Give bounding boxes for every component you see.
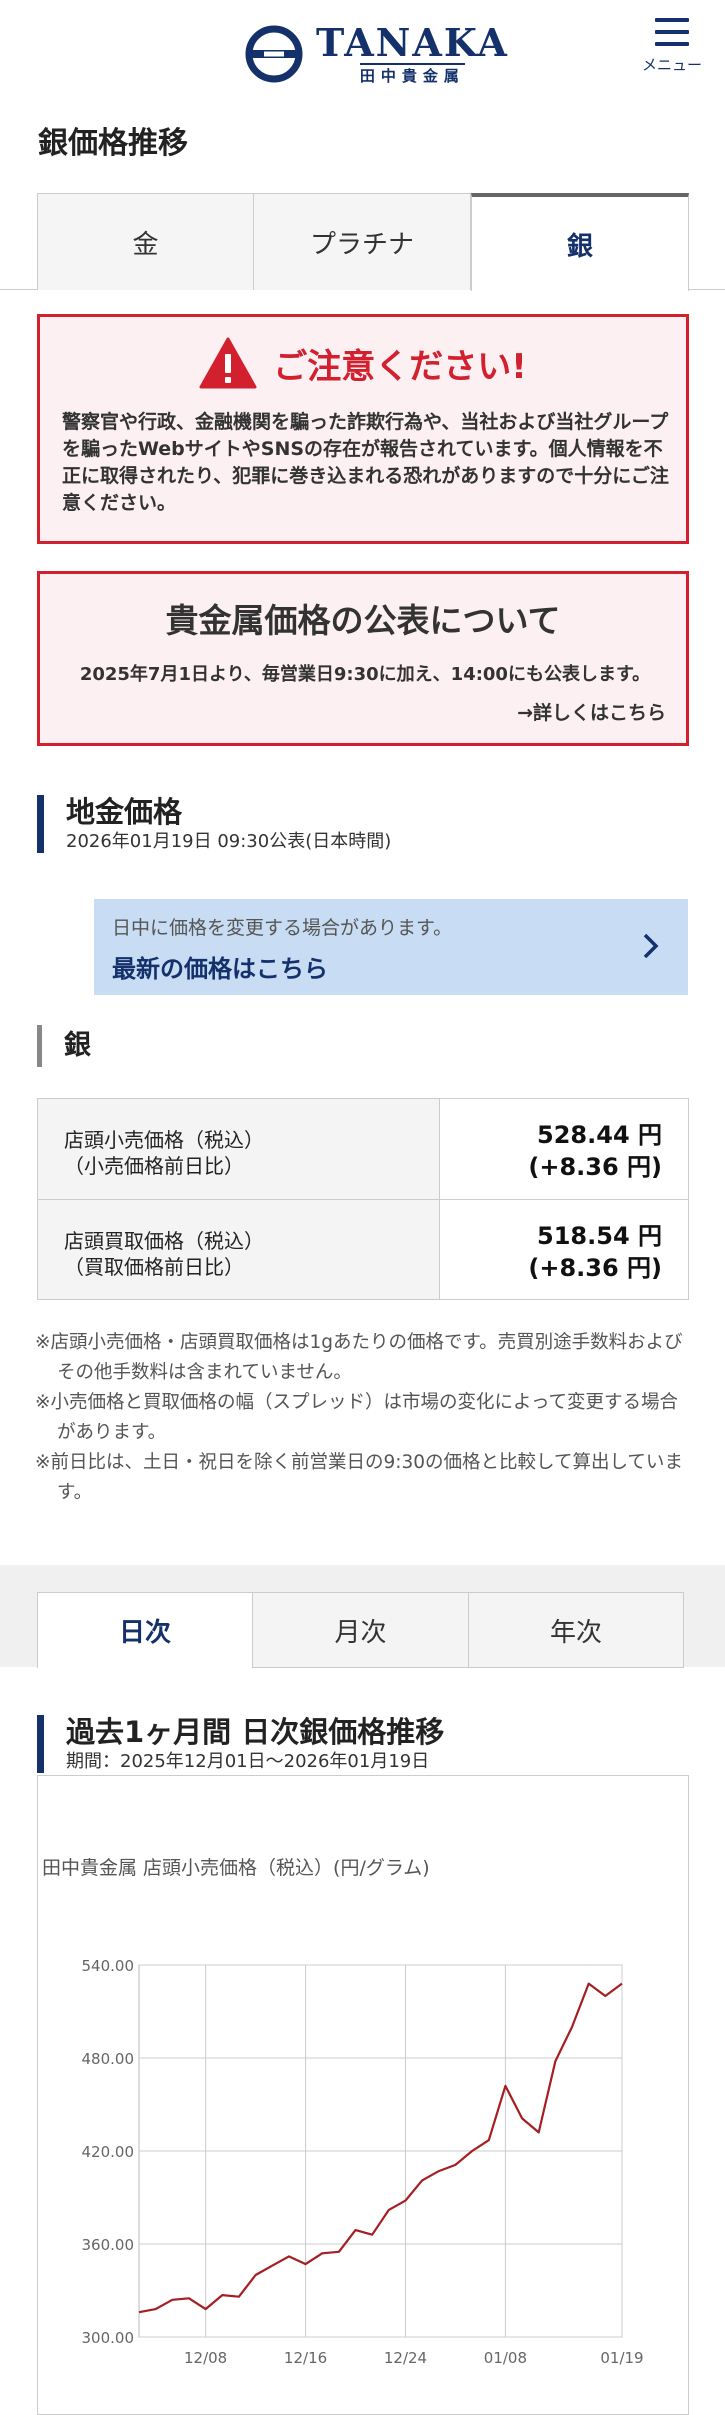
bullion-price-heading: 地金価格 2026年01月19日 09:30公表(日本時間) <box>37 795 391 853</box>
y-tick-label: 540.00 <box>82 1957 135 1975</box>
history-title: 過去1ヶ月間 日次銀価格推移 <box>66 1715 445 1749</box>
y-tick-label: 360.00 <box>82 2236 135 2254</box>
x-tick-label: 01/08 <box>484 2349 527 2367</box>
menu-label: メニュー <box>641 56 702 74</box>
fraud-warning-notice: ご注意ください! 警察官や行政、金融機関を騙った詐欺行為や、当社および当社グルー… <box>37 314 689 544</box>
retail-label-line1: 店頭小売価格（税込） <box>64 1128 264 1152</box>
logo-wordmark: TANAKA <box>316 20 509 65</box>
retail-price-value: 528.44 円 (+8.36 円) <box>440 1099 688 1199</box>
note-item: ※店頭小売価格・店頭買取価格は1gあたりの価格です。売買別途手数料およびその他手… <box>35 1332 683 1383</box>
price-notes: ※店頭小売価格・店頭買取価格は1gあたりの価格です。売買別途手数料およびその他手… <box>35 1328 685 1508</box>
publish-timestamp: 2026年01月19日 09:30公表(日本時間) <box>66 831 392 852</box>
period-tabs: 日次 月次 年次 <box>37 1592 684 1668</box>
latest-price-link[interactable]: 最新の価格はこちら <box>112 949 328 984</box>
site-header: TANAKA 田中貴金属 メニュー <box>0 0 725 102</box>
price-series-line <box>138 1982 623 2314</box>
history-period: 期間：2025年12月01日～2026年01月19日 <box>66 1751 430 1772</box>
tab-monthly[interactable]: 月次 <box>252 1592 469 1668</box>
hamburger-icon <box>655 18 689 46</box>
retail-price-label: 店頭小売価格（税込） （小売価格前日比） <box>38 1099 440 1199</box>
publication-body: 2025年7月1日より、毎営業日9:30に加え、14:00にも公表します。 <box>79 664 651 685</box>
table-row: 店頭小売価格（税込） （小売価格前日比） 528.44 円 (+8.36 円) <box>38 1099 688 1199</box>
x-tick-label: 12/16 <box>284 2349 327 2367</box>
tab-silver[interactable]: 銀 <box>471 193 689 291</box>
y-tick-label: 420.00 <box>82 2143 135 2161</box>
tanaka-logo[interactable]: TANAKA 田中貴金属 <box>244 22 509 86</box>
price-table: 店頭小売価格（税込） （小売価格前日比） 528.44 円 (+8.36 円) … <box>37 1098 689 1300</box>
buyback-price-value: 518.54 円 (+8.36 円) <box>440 1200 688 1299</box>
note-item: ※前日比は、土日・祝日を除く前営業日の9:30の価格と比較して算出しています。 <box>35 1452 683 1503</box>
metal-tabs: 金 プラチナ 銀 <box>0 193 725 291</box>
x-tick-label: 12/08 <box>184 2349 227 2367</box>
tab-gold[interactable]: 金 <box>37 193 254 290</box>
bullion-price-title: 地金価格 <box>66 795 183 829</box>
publication-details-link[interactable]: →詳しくはこちら <box>517 698 666 725</box>
latest-price-note: 日中に価格を変更する場合があります。 <box>112 917 453 939</box>
chevron-right-icon <box>643 933 659 959</box>
y-tick-label: 480.00 <box>82 2050 135 2068</box>
publication-title: 貴金属価格の公表について <box>165 601 561 640</box>
x-tick-label: 12/24 <box>384 2349 427 2367</box>
silver-price-line-chart: 300.00 360.00 420.00 480.00 540.00 12/08 12/16… <box>82 1957 644 2367</box>
warning-title: ご注意ください! <box>273 346 527 387</box>
logo-subtitle: 田中貴金属 <box>359 63 465 85</box>
buyback-label-line1: 店頭買取価格（税込） <box>64 1229 264 1253</box>
buyback-label-line2: （買取価格前日比） <box>64 1255 244 1279</box>
warning-body: 警察官や行政、金融機関を騙った詐欺行為や、当社および当社グループを騙ったWebサ… <box>62 411 669 514</box>
tab-platinum[interactable]: プラチナ <box>253 193 471 290</box>
retail-price-change: (+8.36 円) <box>528 1153 662 1181</box>
page-title: 銀価格推移 <box>38 126 188 161</box>
note-item: ※小売価格と買取価格の幅（スプレッド）は市場の変化によって変更する場合があります… <box>35 1392 679 1443</box>
buyback-price: 518.54 円 <box>537 1222 662 1250</box>
buyback-price-change: (+8.36 円) <box>528 1254 662 1282</box>
price-publication-notice: 貴金属価格の公表について 2025年7月1日より、毎営業日9:30に加え、14:… <box>37 571 689 746</box>
warning-icon <box>199 337 257 389</box>
tanaka-logo-icon <box>245 25 303 83</box>
buyback-price-label: 店頭買取価格（税込） （買取価格前日比） <box>38 1200 440 1299</box>
history-heading: 過去1ヶ月間 日次銀価格推移 期間：2025年12月01日～2026年01月19… <box>37 1715 444 1773</box>
table-row: 店頭買取価格（税込） （買取価格前日比） 518.54 円 (+8.36 円) <box>38 1199 688 1299</box>
silver-heading-label: 銀 <box>64 1030 91 1061</box>
silver-heading: 銀 <box>37 1025 91 1067</box>
retail-price: 528.44 円 <box>537 1121 662 1149</box>
menu-button[interactable]: メニュー <box>632 16 712 80</box>
tab-daily[interactable]: 日次 <box>37 1592 253 1668</box>
latest-price-banner[interactable]: 日中に価格を変更する場合があります。 最新の価格はこちら <box>94 899 688 995</box>
retail-label-line2: （小売価格前日比） <box>64 1154 244 1178</box>
y-tick-label: 300.00 <box>82 2329 135 2347</box>
tab-yearly[interactable]: 年次 <box>468 1592 684 1668</box>
x-tick-label: 01/19 <box>600 2349 643 2367</box>
chart-title: 田中貴金属 店頭小売価格（税込）(円/グラム) <box>42 1857 430 1879</box>
